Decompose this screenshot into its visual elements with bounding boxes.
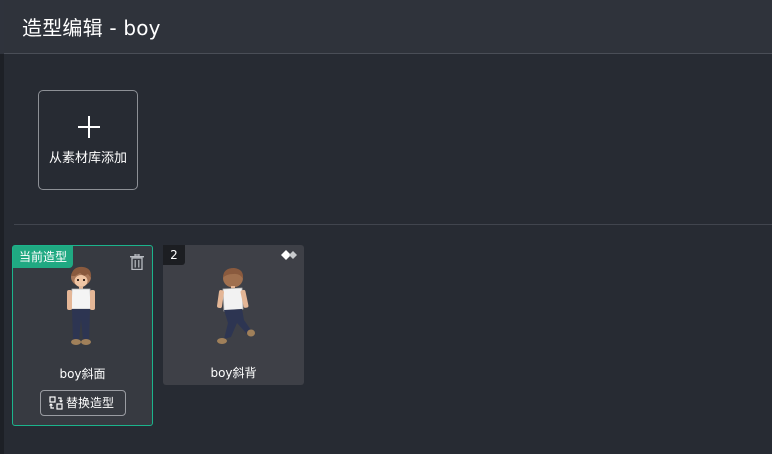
add-from-library-label: 从素材库添加 bbox=[48, 151, 127, 166]
boy-front-sprite bbox=[67, 266, 95, 345]
dialog-title: 造型编辑 - boy bbox=[22, 16, 161, 40]
costume-name: boy斜面 bbox=[59, 367, 106, 381]
costume-index-badge: 2 bbox=[163, 245, 185, 265]
boy-back-sprite bbox=[217, 268, 255, 344]
replace-costume-button[interactable]: 替换造型 bbox=[40, 390, 126, 416]
add-from-library-button[interactable]: 从素材库添加 bbox=[38, 90, 138, 190]
swap-icon bbox=[49, 396, 63, 410]
plus-icon bbox=[78, 116, 100, 138]
costume-name: boy斜背 bbox=[210, 366, 257, 380]
trash-icon[interactable] bbox=[130, 254, 144, 270]
diamond-icon bbox=[281, 250, 297, 260]
section-divider bbox=[14, 224, 772, 225]
costume-editor-dialog: 造型编辑 - boy 从素材库添加 当前造型 boy斜面 替换造型 2 boy斜… bbox=[4, 0, 772, 454]
costume-card-boy-back[interactable]: 2 boy斜背 bbox=[163, 245, 304, 385]
dialog-header: 造型编辑 - boy bbox=[4, 0, 772, 54]
costume-card-boy-front[interactable]: 当前造型 boy斜面 替换造型 bbox=[12, 245, 153, 426]
replace-costume-label: 替换造型 bbox=[66, 396, 115, 410]
